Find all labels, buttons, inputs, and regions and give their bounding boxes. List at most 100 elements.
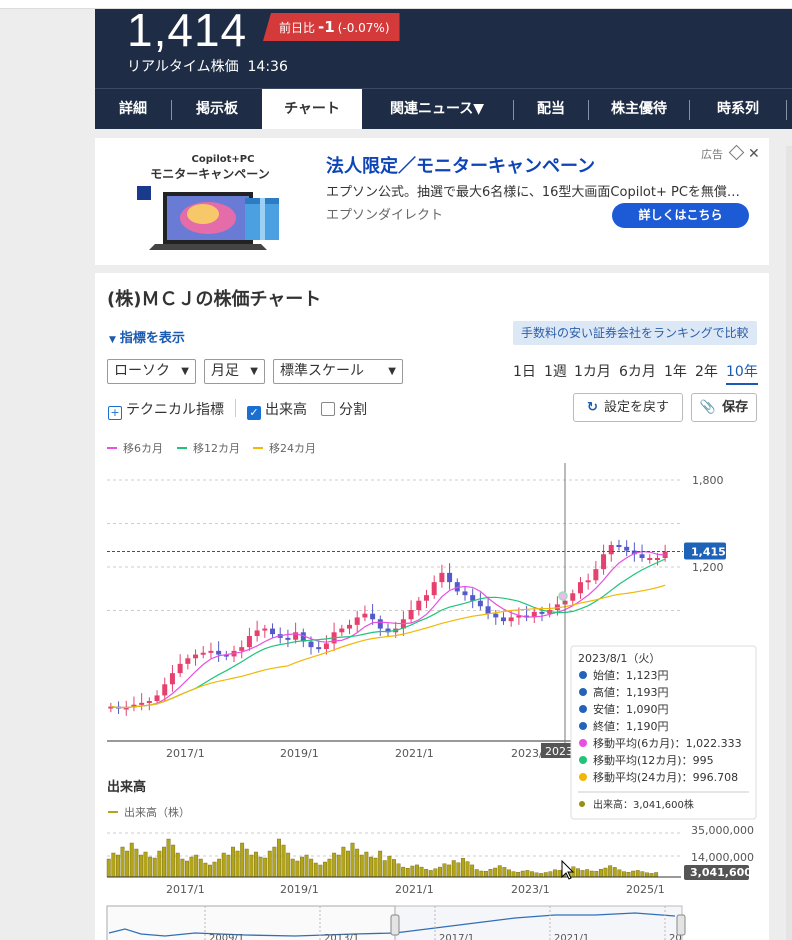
volume-bar [166, 838, 171, 878]
volume-bar [116, 854, 120, 878]
navigator-handle-right [676, 914, 686, 936]
candle-body [354, 617, 360, 625]
candle-body [239, 647, 245, 651]
reset-settings-button[interactable]: ↻ 設定を戻す [573, 393, 683, 422]
legend-ma12: 移12カ月 [177, 440, 240, 456]
candle-body [477, 600, 483, 607]
candle-body [216, 650, 222, 655]
refresh-icon: ↻ [587, 400, 598, 415]
volume-bar [612, 867, 617, 878]
period-1d[interactable]: 1日 [513, 361, 536, 381]
volume-bar [258, 856, 263, 878]
tooltip-row: 安値：1,090円 [593, 702, 669, 716]
indicator-toggle[interactable]: ▼ 指標を表示 [109, 327, 185, 346]
tab-details[interactable]: 詳細 [95, 89, 171, 129]
stock-header: 1,414 前日比 -1 (-0.07%) リアルタイム株価 14:36 [95, 4, 792, 88]
technical-indicators-button[interactable]: + テクニカル指標 [108, 399, 224, 420]
x-tick-label: 2019/1 [280, 747, 319, 760]
candle-body [270, 628, 276, 635]
volume-bar [530, 871, 534, 878]
volume-bar [493, 867, 498, 878]
volume-bar [525, 870, 530, 878]
scale-select[interactable]: 標準スケール ▼ [273, 359, 403, 384]
chevron-down-icon: ▼ [388, 366, 396, 377]
volume-current-label: 3,041,600 [690, 866, 752, 879]
volume-bar [424, 869, 429, 878]
volume-bar [594, 871, 599, 878]
volume-bar [428, 870, 433, 878]
candle-body [339, 628, 345, 633]
y-tick-label: 1,800 [692, 474, 724, 487]
period-1m[interactable]: 1カ月 [574, 361, 611, 381]
candle-body [639, 554, 645, 558]
volume-bar [415, 864, 419, 878]
candle-body [431, 582, 437, 596]
candle-body [408, 610, 414, 620]
volume-bar [497, 865, 502, 878]
tab-separator [786, 100, 787, 120]
volume-bar [322, 861, 327, 878]
close-icon[interactable]: ✕ [748, 146, 760, 162]
navigator-handle-left [390, 914, 400, 936]
price-change-badge: 前日比 -1 (-0.07%) [263, 13, 400, 41]
tab-chart[interactable]: チャート [262, 89, 362, 129]
cursor-date-label: 2023 [545, 745, 573, 758]
volume-bar [350, 842, 355, 878]
volume-x-tick-label: 2023/1 [511, 883, 550, 896]
volume-bar [474, 869, 479, 878]
page-scrollbar[interactable] [786, 146, 792, 940]
volume-bar [534, 872, 539, 878]
tab-news[interactable]: 関連ニュース▼ [362, 89, 512, 129]
realtime-label: リアルタイム株価 14:36 [127, 59, 288, 75]
tooltip-dot [579, 756, 587, 764]
split-checkbox[interactable]: 分割 [321, 399, 367, 419]
period-1y[interactable]: 1年 [664, 361, 687, 381]
candle-body [447, 572, 453, 583]
ad-banner[interactable]: Copilot+PC モニターキャンペーン 法人限定／モニターキャンペーン エプ… [95, 138, 769, 265]
candle-body [254, 630, 260, 636]
navigator-tick-label: 2017/1 [439, 933, 474, 940]
info-icon[interactable] [728, 144, 744, 161]
tooltip-row: 移動平均(6カ月)：1,022.333 [593, 736, 742, 750]
period-10y[interactable]: 10年 [726, 361, 758, 385]
candle-body [647, 558, 653, 560]
volume-checkbox[interactable]: ✓ 出来高 [247, 399, 307, 420]
ad-title[interactable]: 法人限定／モニターキャンペーン [326, 152, 595, 178]
broker-ranking-link[interactable]: 手数料の安い証券会社をランキングで比較 [513, 321, 757, 345]
tooltip-row: 終値：1,190円 [593, 719, 669, 733]
price-chart[interactable]: 1,8001,200600 2017/12019/12021/12023/120… [95, 463, 769, 940]
period-6m[interactable]: 6カ月 [619, 361, 656, 381]
volume-bar [212, 861, 217, 878]
volume-bar [276, 838, 281, 878]
candle-body [193, 654, 199, 659]
candle-body [423, 595, 429, 601]
period-1w[interactable]: 1週 [544, 361, 567, 381]
period-2y[interactable]: 2年 [695, 361, 718, 381]
volume-bar [410, 865, 415, 878]
ad-cta-button[interactable]: 詳しくはこちら [612, 203, 749, 228]
volume-bar [217, 858, 222, 878]
candle-body [485, 606, 491, 614]
candle-body [262, 628, 268, 631]
tab-benefits[interactable]: 株主優待 [589, 89, 689, 129]
chevron-down-icon: ▼ [250, 366, 258, 377]
volume-bar [447, 864, 452, 878]
tooltip-dot [579, 688, 587, 696]
save-button[interactable]: 📎 保存 [691, 393, 757, 422]
volume-bar [120, 846, 125, 878]
candle-body [500, 617, 506, 622]
interval-select[interactable]: 月足 ▼ [204, 359, 265, 384]
ad-label: 広告 ✕ [701, 144, 760, 162]
tooltip-dot [579, 773, 587, 781]
tab-timeseries[interactable]: 時系列 [690, 89, 786, 129]
volume-bar [180, 858, 185, 878]
candle-body [539, 611, 545, 614]
tab-dividend[interactable]: 配当 [514, 89, 588, 129]
volume-bar [267, 850, 272, 878]
chart-type-select[interactable]: ローソク ▼ [107, 359, 196, 384]
volume-bar [382, 860, 387, 878]
candle-body [323, 643, 329, 649]
volume-bar [295, 860, 300, 878]
tooltip-dot [579, 705, 587, 713]
tab-board[interactable]: 掲示板 [172, 89, 262, 129]
